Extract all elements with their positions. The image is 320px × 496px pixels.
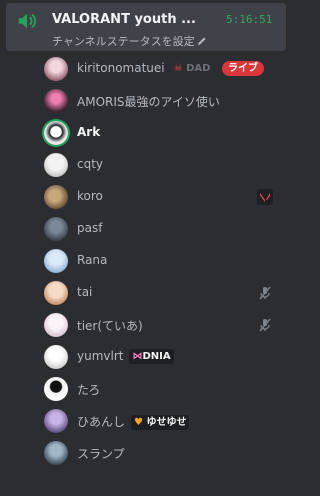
voice-member-9[interactable]: yumvlrt ⋈DNIA [42, 342, 286, 372]
voice-member-5[interactable]: pasf [42, 214, 286, 244]
voice-member-10[interactable]: たろ [42, 374, 286, 404]
member-name: たろ [77, 383, 101, 397]
status-prompt: チャンネルステータスを設定 [52, 35, 195, 48]
avatar [44, 89, 68, 113]
member-name: cqty [77, 157, 104, 171]
skull-icon: ☠ [173, 63, 183, 74]
avatar [44, 121, 68, 145]
avatar [44, 377, 68, 401]
avatar [44, 345, 68, 369]
server-tag: ⋈DNIA [129, 349, 174, 364]
set-channel-status[interactable]: チャンネルステータスを設定 [52, 33, 207, 49]
member-name: スランプ [77, 447, 125, 461]
member-name: Rana [77, 253, 108, 267]
avatar [44, 57, 68, 81]
voice-member-4[interactable]: koro [42, 182, 286, 212]
voice-member-6[interactable]: Rana [42, 246, 286, 276]
voice-member-2[interactable]: Ark [42, 118, 286, 148]
bow-icon: ⋈ [132, 351, 143, 362]
server-tag: ♥ ゆせゆせ [131, 415, 190, 430]
pencil-icon [197, 37, 206, 45]
member-name: AMORIS最強のアイソ使い [77, 95, 220, 109]
voice-member-3[interactable]: cqty [42, 150, 286, 180]
heart-icon: ♥ [134, 417, 143, 428]
member-name: yumvlrt ⋈DNIA [77, 349, 174, 364]
member-name: tai [77, 285, 93, 299]
voice-member-7[interactable]: tai [42, 278, 286, 308]
voice-member-8[interactable]: tier(ていあ) [42, 310, 286, 340]
member-name: Ark [77, 125, 101, 139]
member-name: tier(ていあ) [77, 319, 143, 333]
avatar [44, 217, 68, 241]
avatar [44, 249, 68, 273]
channel-name: VALORANT youth ... [52, 12, 196, 27]
voice-member-11[interactable]: ひあんし ♥ ゆせゆせ [42, 406, 286, 436]
avatar [44, 153, 68, 177]
elapsed-time: 5:16:51 [226, 13, 273, 26]
avatar [44, 409, 68, 433]
speaker-icon [18, 13, 36, 29]
member-name: kiritonomatuei ☠ DAD [77, 61, 213, 76]
valorant-icon [257, 189, 273, 205]
live-badge: ライブ [222, 61, 264, 76]
voice-member-0[interactable]: kiritonomatuei ☠ DAD ライブ [42, 54, 286, 84]
member-name: koro [77, 189, 103, 203]
member-name: ひあんし ♥ ゆせゆせ [77, 413, 190, 430]
mic-muted-icon [259, 286, 271, 300]
voice-member-12[interactable]: スランプ [42, 438, 286, 468]
avatar [44, 441, 68, 465]
mic-muted-icon [259, 318, 271, 332]
member-name: pasf [77, 221, 103, 235]
voice-member-1[interactable]: AMORIS最強のアイソ使い [42, 86, 286, 116]
server-tag: ☠ DAD [173, 63, 211, 74]
avatar [44, 281, 68, 305]
voice-channel-header[interactable]: VALORANT youth ... 5:16:51 チャンネルステータスを設定 [6, 3, 286, 51]
avatar [44, 313, 68, 337]
avatar [44, 185, 68, 209]
